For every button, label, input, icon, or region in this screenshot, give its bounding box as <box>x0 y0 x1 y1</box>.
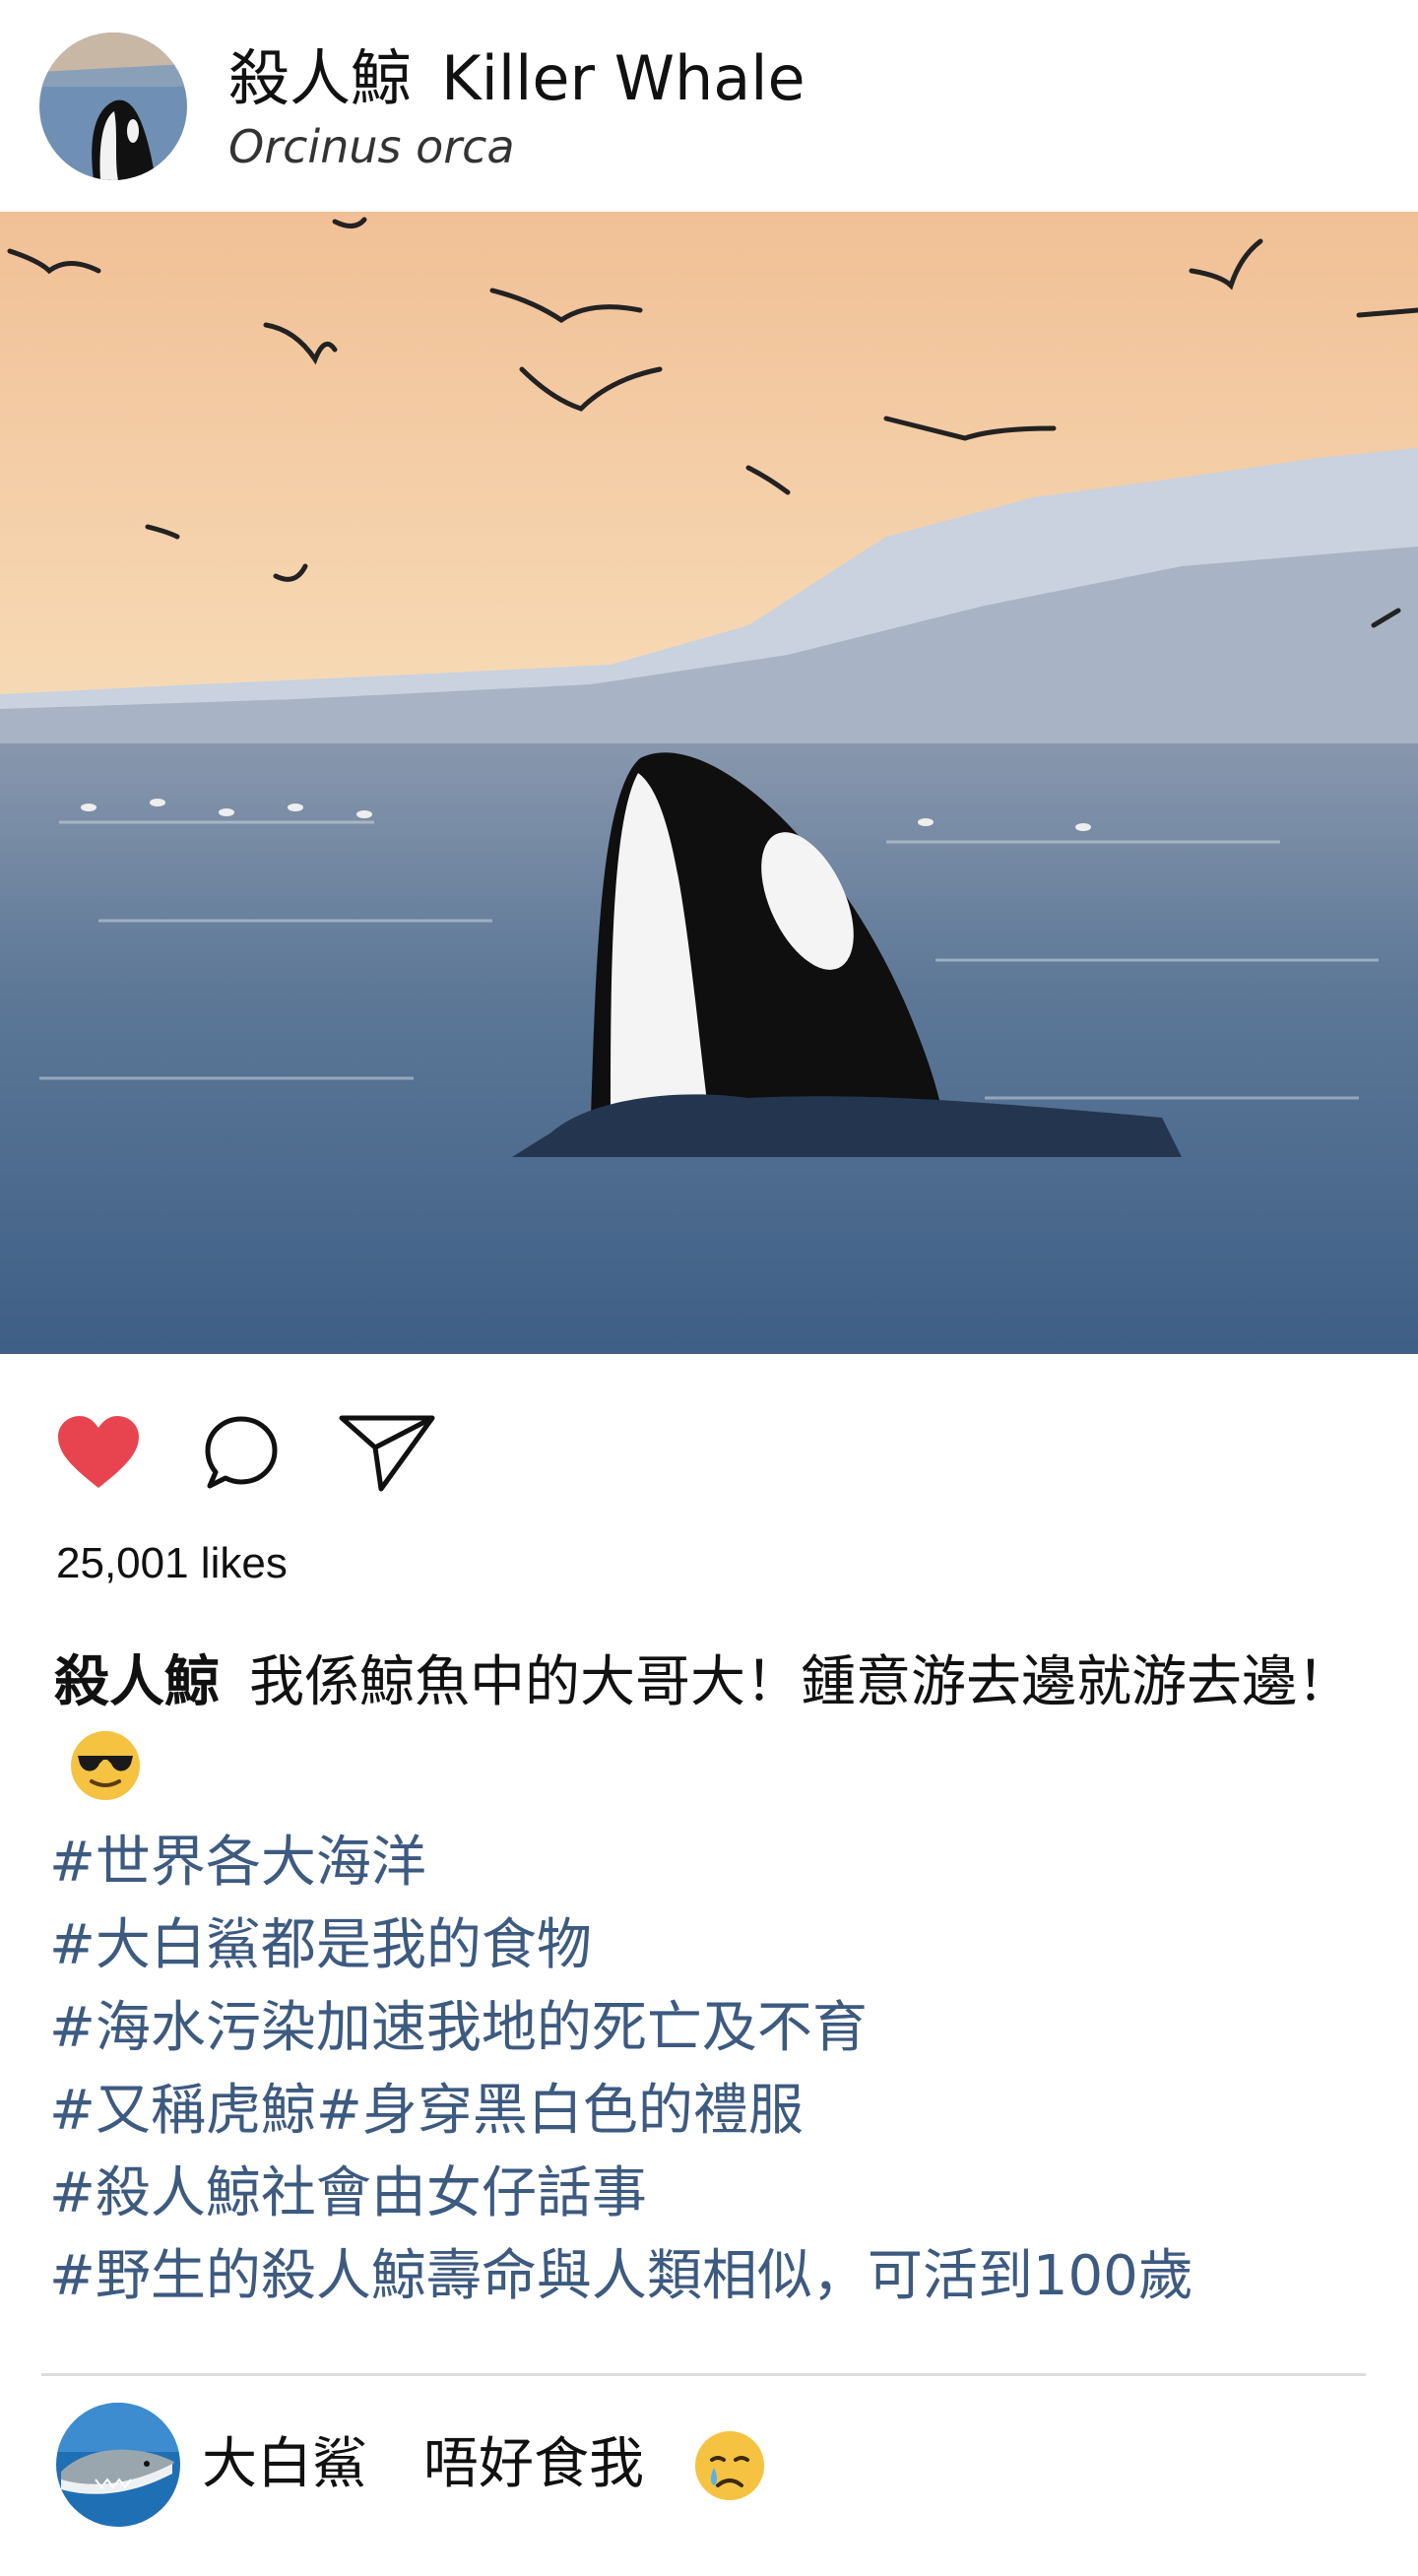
like-button[interactable] <box>44 1398 153 1507</box>
divider <box>41 2373 1366 2376</box>
author-name-zh[interactable]: 殺人鯨 <box>228 42 412 114</box>
post-title[interactable]: 殺人鯨 Killer Whale <box>228 41 806 116</box>
scientific-name: Orcinus orca <box>228 120 515 173</box>
author-avatar[interactable] <box>39 32 187 180</box>
paper-plane-icon <box>339 1415 435 1492</box>
hashtag[interactable]: #世界各大海洋 <box>49 1822 1388 1904</box>
comment-text: 唔好食我 <box>423 2432 644 2496</box>
likes-count[interactable]: 25,001 likes <box>56 1536 288 1591</box>
post-photo[interactable] <box>0 212 1418 1354</box>
share-button[interactable] <box>333 1398 441 1507</box>
caption-text: 我係鯨魚中的大哥大！鍾意游去邊就游去邊！ <box>249 1650 1352 1714</box>
caption: 殺人鯨 我係鯨魚中的大哥大！鍾意游去邊就游去邊！ <box>54 1640 1364 1813</box>
author-name-en[interactable]: Killer Whale <box>441 42 806 114</box>
heart-icon <box>58 1416 139 1488</box>
hashtag[interactable]: #又稱虎鯨#身穿黑白色的禮服 <box>49 2070 1388 2153</box>
comment-bubble-icon <box>205 1416 278 1489</box>
caption-author[interactable]: 殺人鯨 <box>54 1650 220 1714</box>
hashtag-list: #世界各大海洋 #大白鯊都是我的食物 #海水污染加速我地的死亡及不育 #又稱虎鯨… <box>49 1822 1388 2318</box>
comment-author[interactable]: 大白鯊 <box>202 2430 367 2499</box>
hashtag[interactable]: #野生的殺人鯨壽命與人類相似，可活到100歲 <box>49 2235 1388 2318</box>
hashtag[interactable]: #海水污染加速我地的死亡及不育 <box>49 1987 1388 2070</box>
comment-row: 大白鯊 唔好食我 <box>0 2393 1418 2570</box>
action-bar <box>0 1398 1418 1507</box>
post-header: 殺人鯨 Killer Whale Orcinus orca <box>0 0 1418 212</box>
crying-face-emoji <box>695 2431 764 2500</box>
hashtag[interactable]: #殺人鯨社會由女仔話事 <box>49 2153 1388 2235</box>
commenter-avatar[interactable] <box>56 2403 180 2527</box>
sunglasses-face-emoji <box>71 1731 140 1800</box>
hashtag[interactable]: #大白鯊都是我的食物 <box>49 1904 1388 1987</box>
comment-button[interactable] <box>187 1398 295 1507</box>
